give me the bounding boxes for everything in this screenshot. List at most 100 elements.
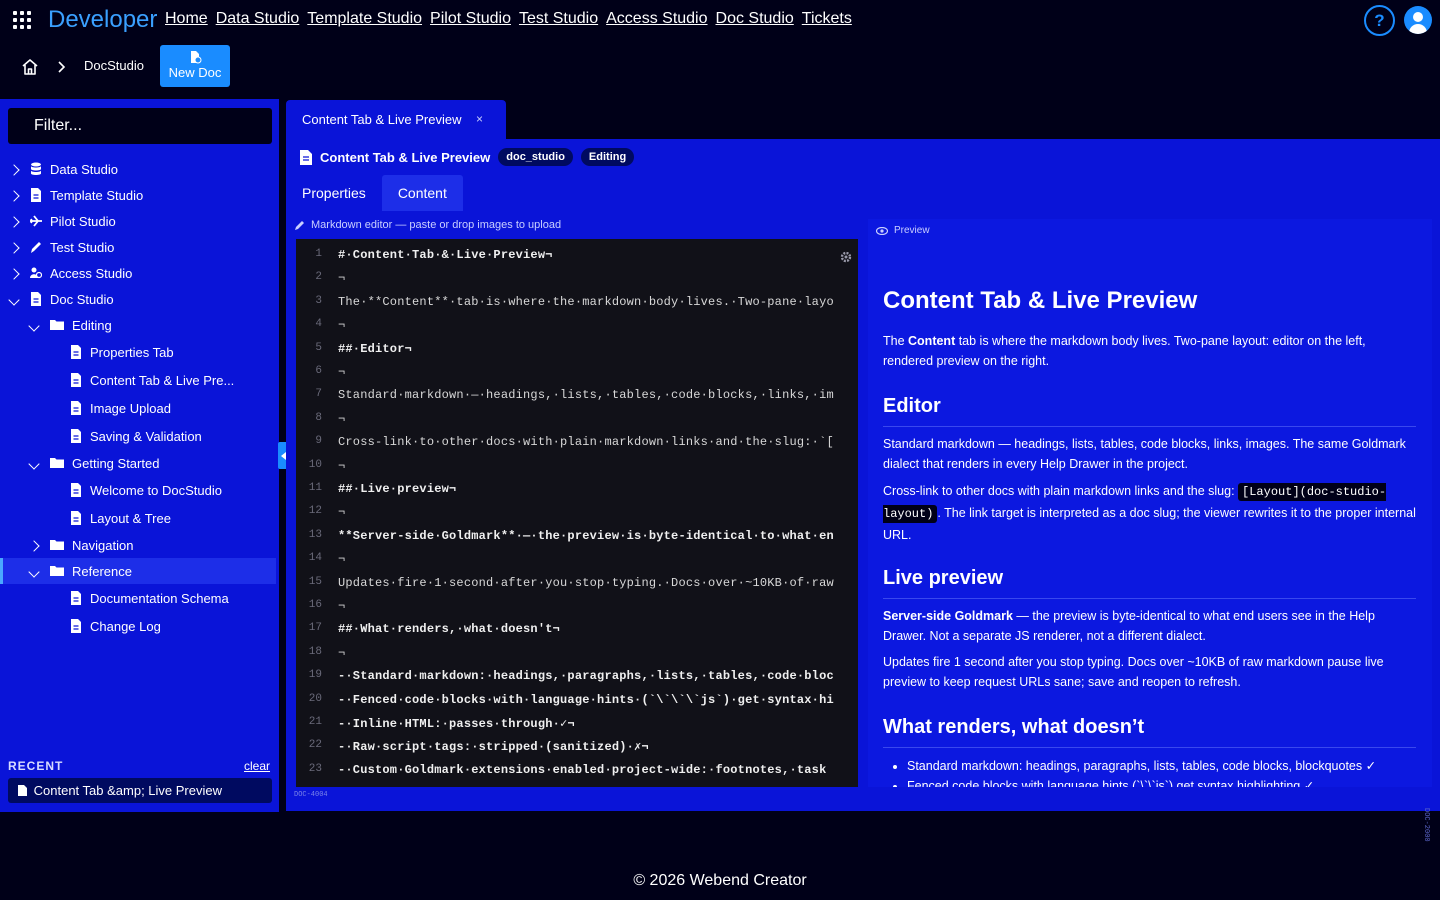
nav-link-pilot-studio[interactable]: Pilot Studio: [430, 10, 511, 28]
tree-item-data-studio[interactable]: Data Studio: [0, 156, 276, 182]
code-line[interactable]: Updates·fire·1·second·after·you·stop·typ…: [338, 576, 834, 590]
nav-link-template-studio[interactable]: Template Studio: [307, 10, 422, 28]
line-number: 20: [308, 692, 322, 705]
tree-item-label: Getting Started: [72, 455, 160, 471]
code-line[interactable]: ¬: [338, 271, 345, 285]
chevron-down-icon[interactable]: [28, 565, 40, 578]
document-icon: [18, 785, 27, 796]
code-line[interactable]: ¬: [338, 505, 345, 519]
recent-item[interactable]: Content Tab &amp; Live Preview: [8, 778, 272, 803]
tree-item-label: Documentation Schema: [90, 590, 229, 606]
code-line[interactable]: ¬: [338, 318, 345, 332]
code-line[interactable]: ##·Live·preview¬: [338, 482, 456, 496]
tree-item-content-tab-live-pre[interactable]: Content Tab & Live Pre...: [0, 367, 276, 393]
chevron-right-icon[interactable]: [8, 189, 20, 202]
line-number: 6: [315, 365, 322, 377]
tree-item-doc-studio[interactable]: Doc Studio: [0, 286, 276, 312]
code-line[interactable]: ¬: [338, 599, 345, 613]
line-number: 9: [315, 435, 322, 448]
line-number: 4: [315, 318, 322, 331]
chevron-down-icon[interactable]: [28, 457, 40, 470]
chevron-down-icon[interactable]: [8, 293, 20, 306]
preview-label: Preview: [876, 225, 930, 236]
nav-link-home[interactable]: Home: [165, 10, 208, 28]
tree-item-documentation-schema[interactable]: Documentation Schema: [0, 585, 276, 611]
recent-clear-link[interactable]: clear: [244, 759, 270, 773]
code-line[interactable]: ¬: [338, 412, 345, 426]
user-avatar-icon[interactable]: [1404, 6, 1432, 34]
tab-content[interactable]: Content: [381, 175, 463, 211]
tree-item-welcome-to-docstudio[interactable]: Welcome to DocStudio: [0, 477, 276, 503]
tree-item-label: Content Tab & Live Pre...: [90, 372, 235, 388]
filter-input[interactable]: [8, 108, 272, 144]
line-number: 22: [308, 739, 322, 752]
tree-item-template-studio[interactable]: Template Studio: [0, 182, 276, 208]
tree-item-properties-tab[interactable]: Properties Tab: [0, 339, 276, 365]
document-icon: [70, 429, 90, 443]
gear-icon[interactable]: [840, 251, 852, 263]
code-line[interactable]: ##·Editor¬: [338, 342, 412, 356]
text-run-bold: Content: [908, 334, 956, 348]
brand-title[interactable]: Developer: [48, 6, 157, 34]
code-line[interactable]: ¬: [338, 646, 345, 660]
text-run: tab is where the markdown body lives. Tw…: [883, 334, 1366, 368]
tree-item-editing[interactable]: Editing: [0, 312, 276, 338]
apps-grid-icon[interactable]: [13, 11, 31, 29]
code-line[interactable]: Cross-link·to·other·docs·with·plain·mark…: [338, 435, 834, 449]
code-line[interactable]: -·Inline·HTML:·passes·through·✓¬: [338, 716, 575, 731]
code-line[interactable]: ¬: [338, 552, 345, 566]
tree-item-layout-tree[interactable]: Layout & Tree: [0, 505, 276, 531]
markdown-editor[interactable]: 1 #·Content·Tab·&·Live·Preview¬ 2 ¬ 3 The·**C…: [296, 239, 858, 787]
code-line[interactable]: -·Custom·Goldmark·extensions·enabled·pro…: [338, 763, 826, 777]
line-number: 17: [308, 622, 322, 635]
close-tab-icon[interactable]: ×: [476, 112, 483, 126]
chevron-right-icon[interactable]: [28, 539, 40, 552]
tree-item-reference[interactable]: Reference: [0, 558, 276, 584]
code-line[interactable]: Standard·markdown·—·headings,·lists,·tab…: [338, 388, 834, 402]
nav-link-access-studio[interactable]: Access Studio: [606, 10, 707, 28]
text-run-bold: Server-side Goldmark: [883, 609, 1013, 623]
tree-item-test-studio[interactable]: Test Studio: [0, 234, 276, 260]
studio-badge: doc_studio: [498, 148, 573, 166]
tree-item-navigation[interactable]: Navigation: [0, 532, 276, 558]
tab-content-tab-live-preview[interactable]: Content Tab & Live Preview ×: [286, 100, 506, 140]
code-line[interactable]: ##·What·renders,·what·doesn't¬: [338, 622, 560, 636]
nav-link-data-studio[interactable]: Data Studio: [216, 10, 300, 28]
tree-item-label: Properties Tab: [90, 344, 174, 360]
nav-link-doc-studio[interactable]: Doc Studio: [716, 10, 794, 28]
tree-item-access-studio[interactable]: Access Studio: [0, 260, 276, 286]
tree-item-image-upload[interactable]: Image Upload: [0, 395, 276, 421]
code-line[interactable]: ¬: [338, 365, 345, 379]
chevron-right-icon[interactable]: [8, 163, 20, 176]
preview-label-text: Preview: [894, 225, 930, 236]
line-number: 23: [308, 762, 322, 775]
document-icon: [300, 149, 312, 165]
code-line[interactable]: **Server-side·Goldmark**·—·the·preview·i…: [338, 529, 834, 543]
code-line[interactable]: #·Content·Tab·&·Live·Preview¬: [338, 248, 553, 262]
help-button[interactable]: ?: [1364, 5, 1395, 36]
tree-item-getting-started[interactable]: Getting Started: [0, 450, 276, 476]
code-line[interactable]: -·Raw·script·tags:·stripped·(sanitized)·…: [338, 739, 649, 754]
tree-item-label: Saving & Validation: [90, 428, 202, 444]
new-doc-button[interactable]: New Doc: [160, 45, 230, 87]
code-line[interactable]: -·Standard·markdown:·headings,·paragraph…: [338, 669, 834, 683]
code-line[interactable]: -·Fenced·code·blocks·with·language·hints…: [338, 693, 834, 707]
line-number: 8: [315, 411, 322, 424]
chevron-down-icon[interactable]: [28, 319, 40, 332]
document-icon: [30, 188, 50, 202]
home-icon[interactable]: [21, 58, 39, 76]
chevron-right-icon[interactable]: [8, 215, 20, 228]
chevron-right-icon[interactable]: [8, 267, 20, 280]
tree-item-saving-validation[interactable]: Saving & Validation: [0, 423, 276, 449]
line-number: 10: [308, 458, 322, 471]
nav-link-test-studio[interactable]: Test Studio: [519, 10, 598, 28]
tree-item-pilot-studio[interactable]: Pilot Studio: [0, 208, 276, 234]
chevron-right-icon[interactable]: [8, 241, 20, 254]
code-line[interactable]: The·**Content**·tab·is·where·the·markdow…: [338, 295, 834, 309]
nav-link-tickets[interactable]: Tickets: [802, 10, 852, 28]
tree-item-change-log[interactable]: Change Log: [0, 613, 276, 639]
code-line[interactable]: ¬: [338, 459, 345, 473]
top-nav-bar: Developer Home Data Studio Template Stud…: [0, 0, 1440, 40]
preview-editor-paragraph-2: Cross-link to other docs with plain mark…: [883, 481, 1416, 546]
tab-properties[interactable]: Properties: [286, 175, 382, 211]
